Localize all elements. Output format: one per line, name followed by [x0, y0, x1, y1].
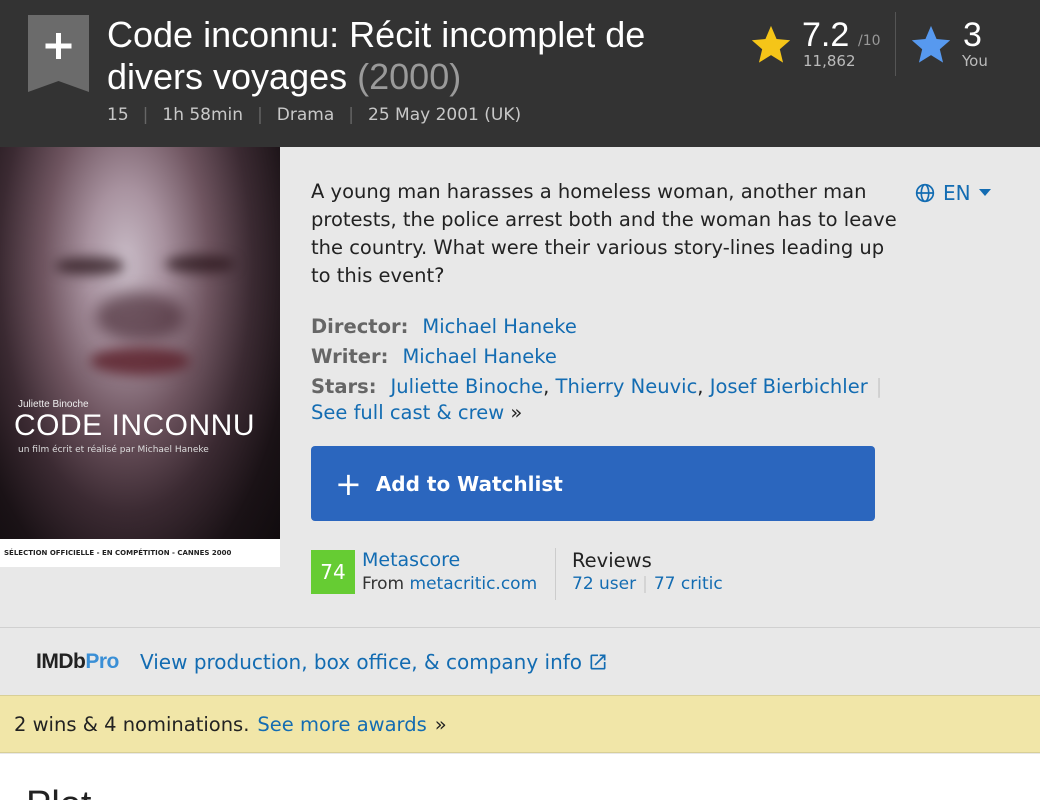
poster-title: CODE INCONNU	[14, 409, 256, 442]
poster-shade	[55, 257, 125, 275]
reviews-links: 72 user | 77 critic	[572, 574, 723, 594]
your-rating-value: 3	[963, 16, 982, 54]
pipe-separator: |	[875, 375, 883, 398]
from-label: From	[362, 574, 405, 594]
plot-section: Plot	[0, 754, 1040, 800]
imdbpro-logo-b: Pro	[85, 650, 119, 673]
star-link[interactable]: Josef Bierbichler	[710, 375, 868, 398]
external-link-icon	[590, 654, 606, 670]
title-meta: 15 | 1h 58min | Drama | 25 May 2001 (UK)	[107, 105, 521, 125]
imdbpro-strip: IMDbPro View production, box office, & c…	[0, 627, 1040, 695]
user-star-icon	[911, 25, 951, 63]
reviews-divider	[555, 548, 556, 600]
star-link[interactable]: Thierry Neuvic	[556, 375, 698, 398]
poster-shade	[165, 255, 235, 273]
poster-festival: SÉLECTION OFFICIELLE - EN COMPÉTITION - …	[4, 549, 232, 557]
poster-image[interactable]: Juliette Binoche CODE INCONNU un film éc…	[0, 147, 280, 567]
plot-summary: A young man harasses a homeless woman, a…	[311, 180, 897, 287]
genre-link[interactable]: Drama	[277, 105, 334, 125]
more-awards-link[interactable]: See more awards	[257, 713, 426, 736]
meta-separator: |	[257, 105, 263, 125]
watchlist-label: Add to Watchlist	[375, 471, 563, 496]
your-rating-label: You	[962, 52, 988, 70]
page-title: Code inconnu: Récit incomplet de divers …	[107, 14, 727, 98]
chevron-icon: »	[434, 712, 447, 736]
imdbpro-link[interactable]: View production, box office, & company i…	[140, 650, 608, 674]
rating-outof: /10	[858, 33, 881, 49]
pipe-separator: |	[642, 574, 648, 594]
caret-down-icon	[978, 189, 991, 196]
metascore-badge[interactable]: 74	[311, 550, 355, 594]
title-header: Code inconnu: Récit incomplet de divers …	[0, 0, 1040, 147]
metascore-link[interactable]: Metascore	[362, 549, 460, 571]
reviews-label: Reviews	[572, 549, 652, 572]
imdbpro-logo-a: IMDb	[36, 650, 86, 673]
director-row: Director: Michael Haneke	[311, 312, 951, 342]
plot-heading: Plot	[26, 784, 91, 800]
star-icon	[751, 25, 791, 63]
plus-icon: +	[335, 464, 362, 503]
rating-count: 11,862	[803, 52, 856, 70]
awards-bar: 2 wins & 4 nominations. See more awards …	[0, 695, 1040, 753]
release-date-link[interactable]: 25 May 2001 (UK)	[368, 105, 521, 125]
writer-label: Writer:	[311, 345, 389, 368]
language-label: EN	[943, 181, 971, 205]
poster-shade	[95, 292, 185, 342]
director-link[interactable]: Michael Haneke	[422, 315, 576, 338]
imdbpro-logo[interactable]: IMDbPro	[36, 650, 119, 674]
stars-row: Stars: Juliette Binoche, Thierry Neuvic, …	[311, 375, 883, 398]
user-reviews-link[interactable]: 72 user	[572, 574, 636, 594]
chevron-icon: »	[510, 401, 523, 424]
add-to-watchlist-ribbon-icon[interactable]	[28, 15, 89, 92]
writer-link[interactable]: Michael Haneke	[402, 345, 556, 368]
imdb-rating[interactable]: 7.2 /10 11,862	[748, 16, 888, 80]
meta-separator: |	[142, 105, 149, 125]
full-cast-link[interactable]: See full cast & crew	[311, 401, 504, 424]
stars-label: Stars:	[311, 375, 377, 398]
writer-row: Writer: Michael Haneke	[311, 342, 951, 372]
rating-value: 7.2	[802, 16, 850, 54]
certificate: 15	[107, 105, 129, 125]
title-year[interactable]: (2000)	[357, 56, 461, 97]
imdbpro-link-text: View production, box office, & company i…	[140, 650, 583, 674]
star-link[interactable]: Juliette Binoche	[391, 375, 544, 398]
credits-block: Director: Michael Haneke Writer: Michael H…	[311, 312, 951, 426]
awards-summary: 2 wins & 4 nominations.	[14, 712, 250, 736]
metacritic-link[interactable]: metacritic.com	[410, 574, 538, 594]
meta-separator: |	[348, 105, 355, 125]
metascore-source: From metacritic.com	[362, 574, 537, 594]
runtime: 1h 58min	[162, 105, 244, 125]
globe-icon	[915, 183, 935, 203]
poster-shade	[90, 347, 190, 375]
critic-reviews-link[interactable]: 77 critic	[654, 574, 723, 594]
poster-credit: un film écrit et réalisé par Michael Han…	[18, 445, 209, 455]
rating-divider	[895, 12, 896, 76]
full-cast-row: See full cast & crew »	[311, 400, 951, 426]
your-rating[interactable]: 3 You	[908, 16, 1018, 80]
language-selector[interactable]: EN	[915, 181, 991, 205]
add-to-watchlist-button[interactable]: + Add to Watchlist	[311, 446, 875, 521]
page-edge	[1040, 0, 1050, 800]
director-label: Director:	[311, 315, 409, 338]
